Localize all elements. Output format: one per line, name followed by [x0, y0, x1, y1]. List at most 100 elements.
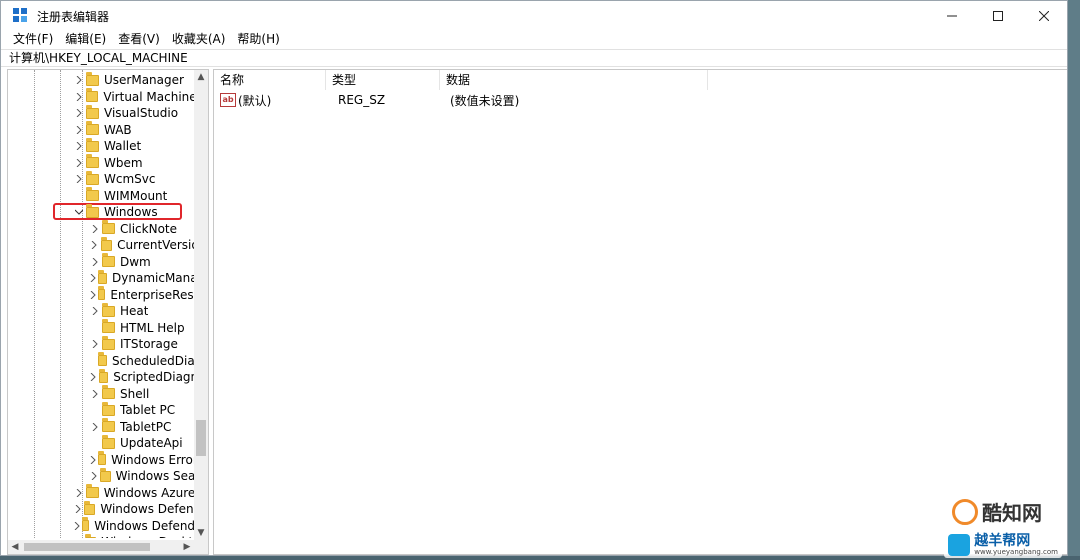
chevron-right-icon[interactable]	[74, 141, 84, 151]
value-row[interactable]: ab (默认) REG_SZ (数值未设置)	[214, 90, 644, 110]
tree-node[interactable]: WIMMount	[8, 187, 194, 205]
address-bar[interactable]: 计算机\HKEY_LOCAL_MACHINE	[1, 49, 1067, 67]
folder-icon	[98, 451, 107, 466]
tree-node[interactable]: WcmSvc	[8, 170, 194, 188]
folder-icon	[98, 368, 109, 383]
tree-node[interactable]: Windows Error Reporting	[8, 451, 194, 469]
chevron-right-icon[interactable]	[74, 158, 84, 168]
maximize-icon	[993, 11, 1003, 21]
column-header-type[interactable]: 类型	[326, 70, 440, 90]
chevron-right-icon[interactable]	[90, 257, 100, 267]
tree-node[interactable]: ITStorage	[8, 335, 194, 353]
folder-icon	[86, 170, 99, 185]
chevron-right-icon[interactable]	[90, 339, 100, 349]
tree-node-label: Tablet PC	[120, 403, 176, 418]
scroll-up-icon[interactable]: ▲	[194, 70, 208, 84]
menu-view[interactable]: 查看(V)	[112, 31, 166, 47]
title-bar: 注册表编辑器	[1, 1, 1067, 31]
tree-node[interactable]: CurrentVersion	[8, 236, 194, 254]
tree-node[interactable]: Heat	[8, 302, 194, 320]
scroll-right-icon[interactable]: ▶	[180, 540, 194, 554]
scrollbar-corner	[194, 540, 208, 554]
menu-file[interactable]: 文件(F)	[7, 31, 59, 47]
tree-node[interactable]: Wbem	[8, 154, 194, 172]
tree-vertical-scrollbar[interactable]: ▲ ▼	[194, 70, 208, 540]
tree-node[interactable]: UserManager	[8, 71, 194, 89]
chevron-right-icon[interactable]	[74, 92, 84, 102]
watermark-logo-icon	[952, 498, 978, 525]
tree-node[interactable]: UpdateApi	[8, 434, 194, 452]
chevron-right-icon[interactable]	[90, 306, 100, 316]
chevron-right-icon[interactable]	[74, 537, 83, 538]
menu-help[interactable]: 帮助(H)	[231, 31, 285, 47]
tree-node[interactable]: Virtual Machine	[8, 88, 194, 106]
folder-icon	[102, 302, 115, 317]
tree-node-label: Wallet	[104, 139, 142, 154]
minimize-button[interactable]	[929, 1, 975, 31]
close-icon	[1039, 11, 1049, 21]
tree-node[interactable]: EnterpriseResourceManager	[8, 286, 194, 304]
tree-vertical-scroll-thumb[interactable]	[196, 420, 206, 456]
tree-node-label: TabletPC	[120, 419, 172, 434]
tree-horizontal-scroll-thumb[interactable]	[24, 543, 150, 551]
tree-node-label: Windows Desktop	[101, 535, 194, 538]
tree-node[interactable]: ScheduledDiagnostics	[8, 352, 194, 370]
tree-node-label: EnterpriseResourceManager	[110, 287, 194, 302]
watermark-url: www.yueyangbang.com	[974, 548, 1058, 556]
tree-node[interactable]: Windows Desktop	[8, 533, 194, 538]
tree-node[interactable]: WAB	[8, 121, 194, 139]
tree-horizontal-scrollbar[interactable]: ◀ ▶	[8, 540, 194, 554]
tree-node[interactable]: Windows Azure	[8, 484, 194, 502]
chevron-down-icon[interactable]	[74, 207, 84, 217]
maximize-button[interactable]	[975, 1, 1021, 31]
tree-node-label: ClickNote	[120, 221, 177, 236]
tree-node[interactable]: TabletPC	[8, 418, 194, 436]
tree-node[interactable]: Windows	[8, 203, 194, 221]
string-value-icon: ab	[220, 93, 236, 107]
tree-node-label: Windows	[104, 205, 158, 220]
tree-node[interactable]: Tablet PC	[8, 401, 194, 419]
column-header-name[interactable]: 名称	[214, 70, 326, 90]
folder-icon	[98, 269, 108, 284]
tree-node[interactable]: Wallet	[8, 137, 194, 155]
tree-node[interactable]: Windows Defender Security Center	[8, 517, 194, 535]
chevron-right-icon[interactable]	[90, 240, 99, 250]
chevron-right-icon[interactable]	[90, 389, 100, 399]
close-button[interactable]	[1021, 1, 1067, 31]
chevron-right-icon[interactable]	[90, 422, 100, 432]
tree-node[interactable]: ClickNote	[8, 220, 194, 238]
tree-node[interactable]: HTML Help	[8, 319, 194, 337]
tree-node[interactable]: DynamicManagement	[8, 269, 194, 287]
scroll-left-icon[interactable]: ◀	[8, 540, 22, 554]
chevron-right-icon[interactable]	[90, 372, 97, 382]
watermark-logo-2-icon	[948, 534, 971, 556]
folder-icon	[102, 418, 115, 433]
scroll-down-icon[interactable]: ▼	[194, 526, 208, 540]
folder-icon	[102, 401, 115, 416]
menu-bar: 文件(F) 编辑(E) 查看(V) 收藏夹(A) 帮助(H)	[1, 31, 286, 47]
chevron-right-icon[interactable]	[74, 108, 84, 118]
chevron-right-icon[interactable]	[74, 488, 84, 498]
chevron-right-icon[interactable]	[90, 471, 98, 481]
chevron-right-icon[interactable]	[90, 224, 100, 234]
tree-node[interactable]: VisualStudio	[8, 104, 194, 122]
chevron-right-icon[interactable]	[90, 290, 96, 300]
chevron-right-icon[interactable]	[74, 174, 84, 184]
chevron-right-icon[interactable]	[74, 75, 84, 85]
value-data: (数值未设置)	[450, 93, 520, 108]
menu-favorites[interactable]: 收藏夹(A)	[166, 31, 232, 47]
tree-node[interactable]: Shell	[8, 385, 194, 403]
chevron-right-icon[interactable]	[74, 504, 82, 514]
chevron-right-icon[interactable]	[74, 125, 84, 135]
chevron-right-icon[interactable]	[90, 455, 96, 465]
tree-node-label: Shell	[120, 386, 150, 401]
chevron-right-icon[interactable]	[74, 521, 80, 531]
tree-node[interactable]: Windows Defender	[8, 500, 194, 518]
menu-edit[interactable]: 编辑(E)	[59, 31, 112, 47]
tree-node[interactable]: Windows Search	[8, 467, 194, 485]
tree-node[interactable]: Dwm	[8, 253, 194, 271]
column-header-data[interactable]: 数据	[440, 70, 708, 90]
chevron-right-icon[interactable]	[90, 273, 96, 283]
tree-node[interactable]: ScriptedDiagnostics	[8, 368, 194, 386]
